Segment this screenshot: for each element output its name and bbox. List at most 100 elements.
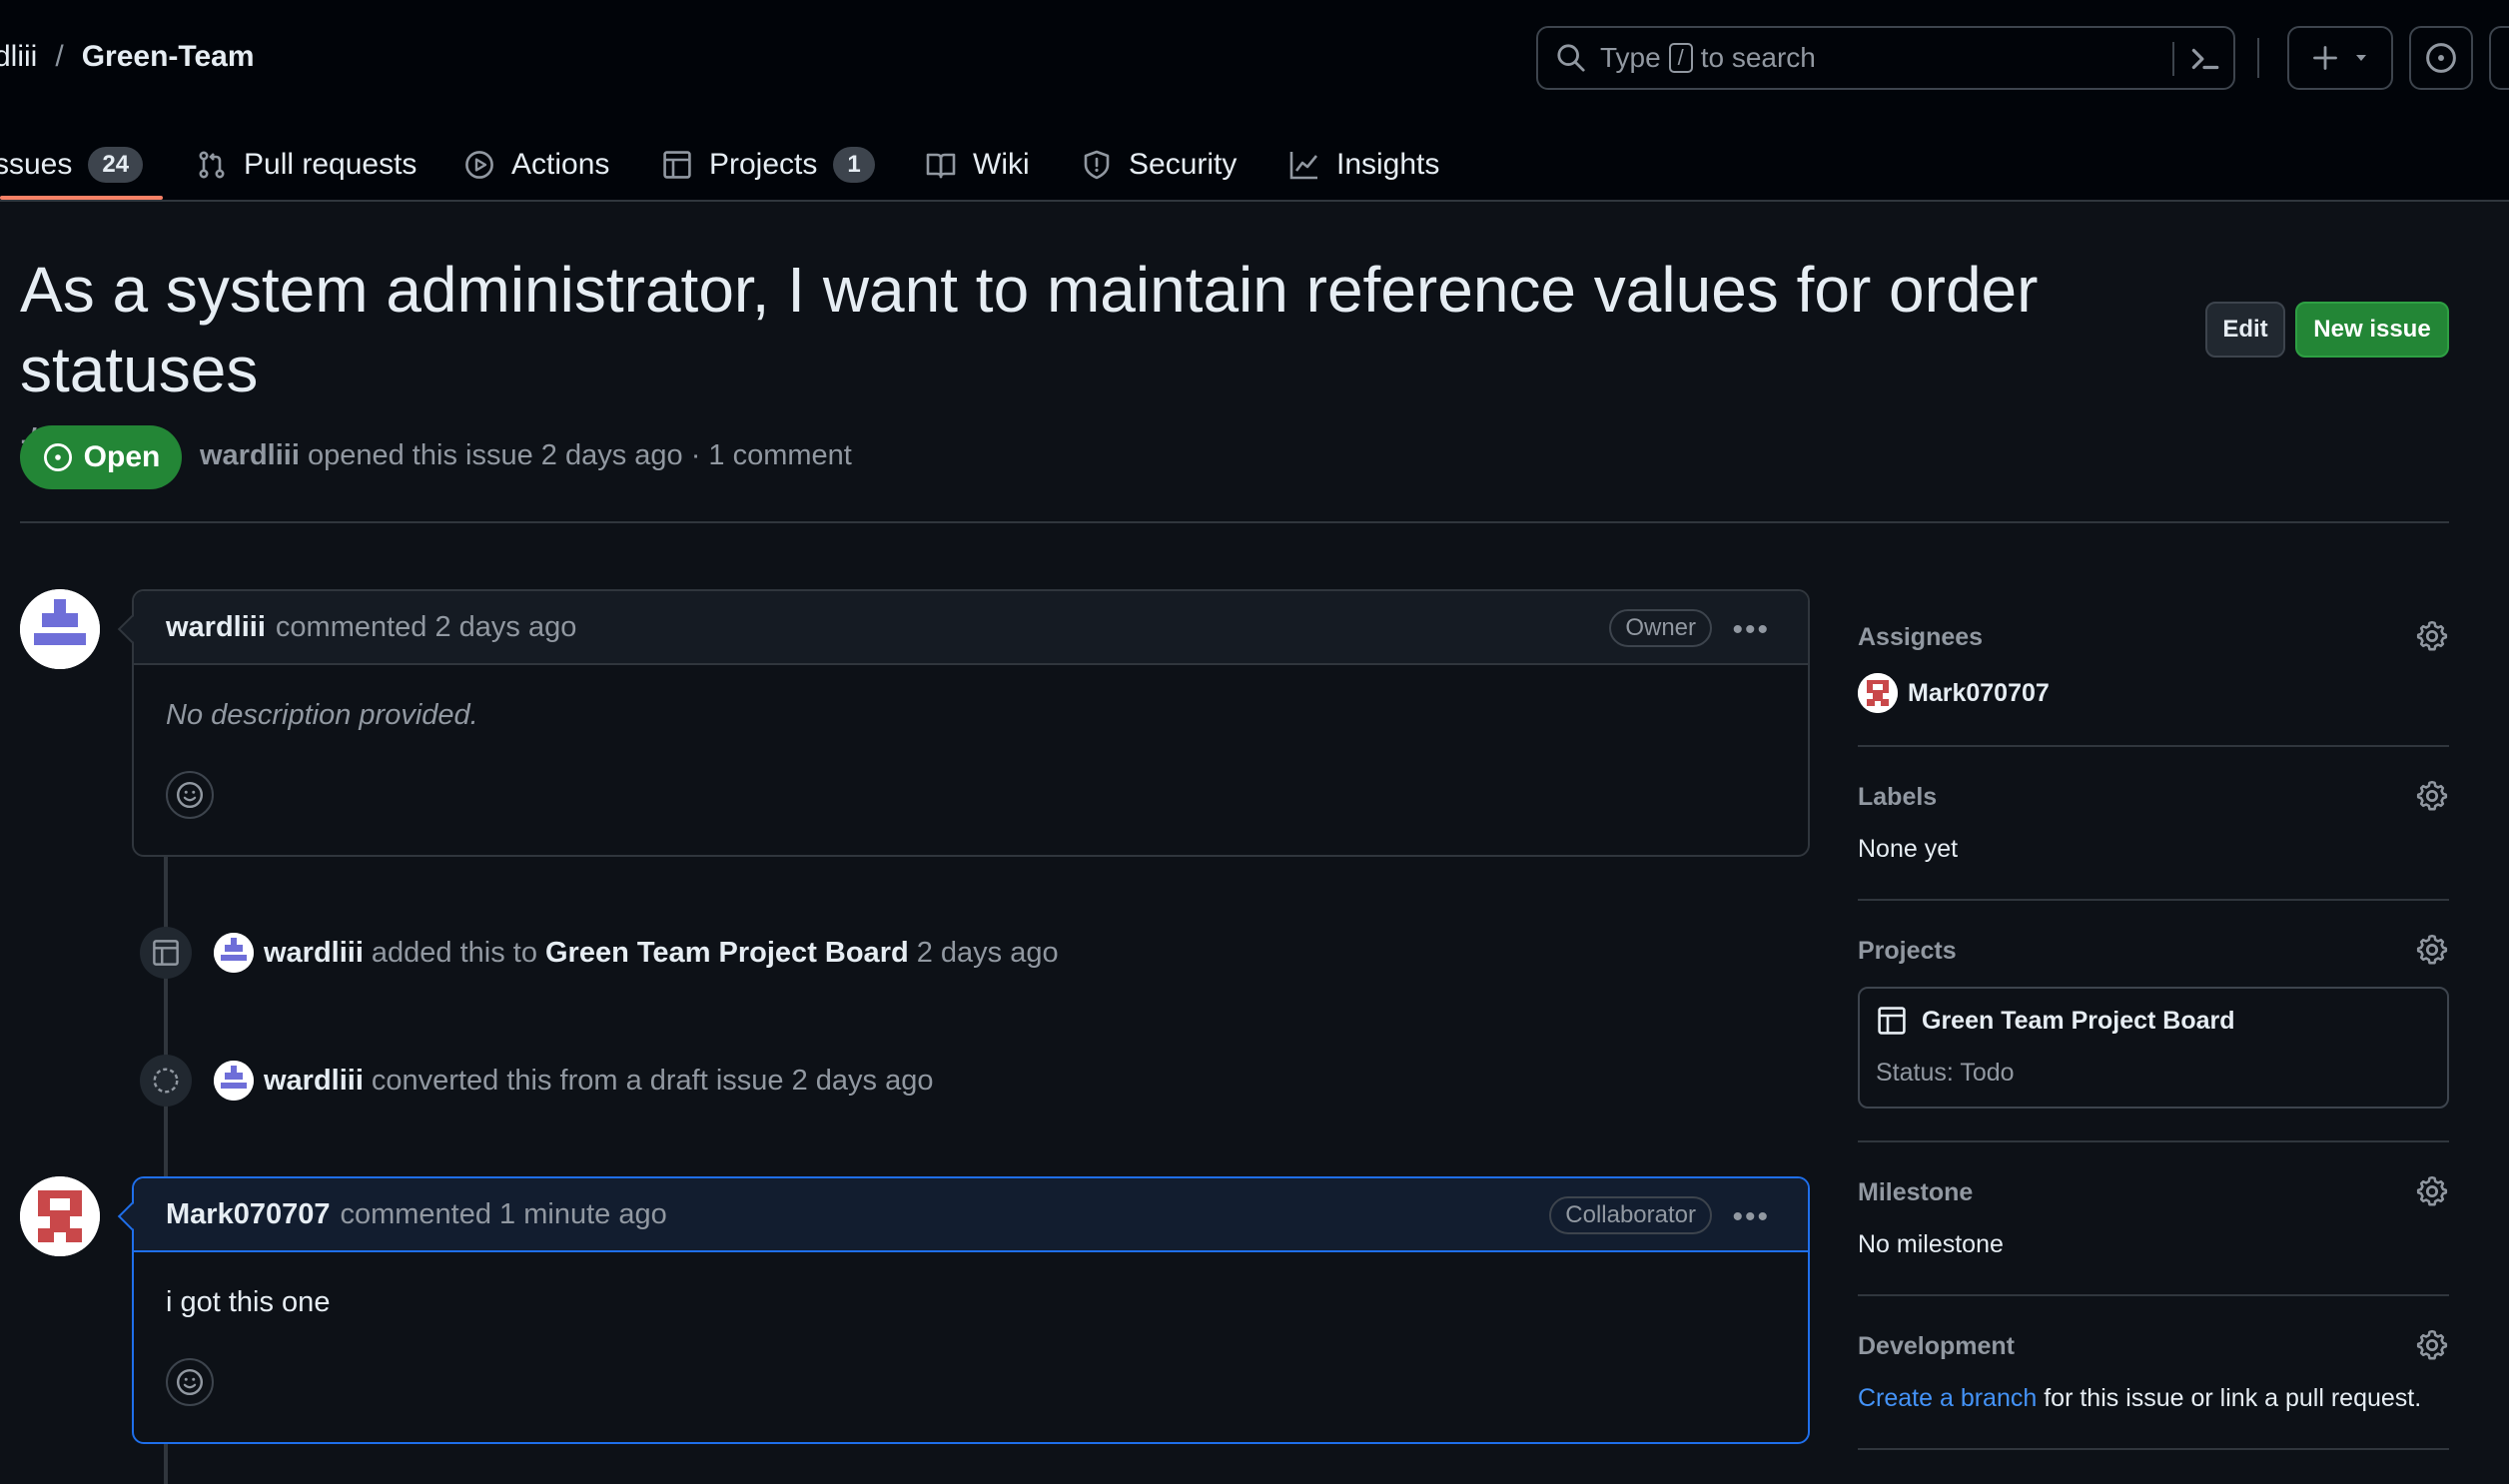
projects-heading: Projects [1858, 937, 1957, 965]
mark070707-identicon [20, 1176, 100, 1256]
event-action-text: added this to [371, 936, 537, 969]
sidebar-divider [1858, 745, 2449, 747]
issue-author-link[interactable]: wardliii [200, 439, 300, 471]
event-actor-link[interactable]: wardliii [264, 1065, 364, 1098]
avatar[interactable] [214, 933, 254, 973]
comment-timestamp[interactable]: commented 2 days ago [276, 611, 576, 644]
event-project-link[interactable]: Green Team Project Board [545, 937, 909, 970]
smiley-icon [176, 781, 204, 809]
assignees-heading: Assignees [1858, 623, 1984, 651]
table-icon [1878, 1007, 1906, 1035]
comment-options-icon[interactable]: ••• [1732, 613, 1770, 647]
wardliii-identicon [214, 1061, 254, 1101]
graph-icon [1289, 152, 1318, 180]
tab-insights[interactable]: Insights [1288, 130, 1439, 200]
comment-author-link[interactable]: Mark070707 [166, 1198, 330, 1231]
breadcrumb: dliii / Green-Team [0, 40, 255, 74]
add-reaction-button[interactable] [166, 1358, 214, 1406]
avatar[interactable] [214, 1061, 254, 1101]
issue-sidebar: Assignees Mark070707 Labels None yet Pro… [1858, 0, 2449, 1484]
tab-projects-counter: 1 [833, 147, 875, 183]
dashed-circle-icon [153, 1068, 179, 1094]
event-action-text: converted this from a draft issue 2 days… [371, 1064, 934, 1097]
sidebar-assignees: Assignees Mark070707 [1858, 620, 2449, 713]
pull-requests-shortcut-button[interactable] [2489, 26, 2509, 90]
author-role-badge: Collaborator [1549, 1196, 1712, 1234]
tab-projects[interactable]: Projects 1 [661, 130, 875, 200]
repo-name-link[interactable]: Green-Team [82, 40, 255, 74]
sidebar-divider [1858, 1294, 2449, 1296]
labels-value: None yet [1858, 835, 1959, 863]
gear-icon[interactable] [2415, 619, 2449, 653]
avatar[interactable] [20, 1176, 100, 1256]
assignee-item[interactable]: Mark070707 [1858, 673, 2050, 713]
comment-body: No description provided. [166, 699, 478, 731]
gear-icon[interactable] [2415, 933, 2449, 967]
sidebar-projects: Projects Green Team Project Board Status… [1858, 934, 2449, 1109]
timeline-event-project-added: wardliii added this to Green Team Projec… [140, 927, 1059, 979]
tab-pull-requests[interactable]: Pull requests [196, 130, 417, 200]
sidebar-divider [1858, 1448, 2449, 1450]
tab-actions-label: Actions [511, 148, 610, 181]
avatar [1858, 673, 1898, 713]
comment-body: i got this one [166, 1286, 331, 1318]
project-card[interactable]: Green Team Project Board Status: Todo [1858, 987, 2449, 1109]
shield-icon [1084, 150, 1110, 180]
milestone-heading: Milestone [1858, 1178, 1974, 1206]
issue-comment: wardliii commented 2 days ago Owner ••• … [117, 589, 1810, 857]
event-icon-badge [140, 1055, 192, 1107]
smiley-icon [176, 1368, 204, 1396]
search-icon [1557, 44, 1585, 72]
project-status[interactable]: Status: Todo [1876, 1059, 2015, 1088]
search-shortcut-key: / [1668, 43, 1693, 73]
tab-wiki[interactable]: Wiki [925, 130, 1030, 200]
timeline-event-converted: wardliii converted this from a draft iss… [140, 1055, 934, 1107]
gear-icon[interactable] [2415, 1174, 2449, 1208]
mark070707-identicon [1858, 673, 1898, 713]
issue-state-label: Open [83, 440, 161, 473]
issue-opened-icon [43, 442, 72, 472]
sidebar-labels: Labels None yet [1858, 780, 2449, 863]
repo-owner-link[interactable]: dliii [0, 40, 37, 74]
issue-state-badge: Open [20, 425, 182, 489]
book-icon [926, 153, 956, 179]
milestone-value: No milestone [1858, 1230, 2004, 1258]
gear-icon[interactable] [2415, 779, 2449, 813]
comment-options-icon[interactable]: ••• [1732, 1200, 1770, 1234]
issue-comment: Mark070707 commented 1 minute ago Collab… [117, 1176, 1810, 1444]
create-branch-link[interactable]: Create a branch [1858, 1384, 2037, 1412]
sidebar-development: Development Create a branch for this iss… [1858, 1329, 2449, 1412]
search-placeholder: Type / to search [1600, 42, 1816, 73]
tab-security-label: Security [1129, 148, 1238, 181]
comment-header: wardliii commented 2 days ago Owner ••• [134, 591, 1808, 665]
active-tab-indicator [0, 196, 163, 200]
assignee-name: Mark070707 [1908, 678, 2050, 707]
project-board-name[interactable]: Green Team Project Board [1922, 1007, 2235, 1036]
event-icon-badge [140, 927, 192, 979]
git-pull-request-icon [199, 151, 225, 179]
gear-icon[interactable] [2415, 1328, 2449, 1362]
table-icon [663, 151, 691, 179]
tab-actions[interactable]: Actions [463, 130, 609, 200]
issue-meta: wardliii opened this issue 2 days ago · … [200, 439, 852, 472]
comment-timestamp[interactable]: commented 1 minute ago [340, 1198, 666, 1231]
sidebar-divider [1858, 1140, 2449, 1142]
event-actor-link[interactable]: wardliii [264, 937, 364, 970]
sidebar-milestone: Milestone No milestone [1858, 1175, 2449, 1258]
event-timestamp[interactable]: 2 days ago [917, 937, 1059, 970]
tab-wiki-label: Wiki [973, 148, 1030, 181]
tab-issues-counter: 24 [88, 147, 144, 183]
avatar[interactable] [20, 589, 100, 669]
sidebar-divider [1858, 899, 2449, 901]
comment-author-link[interactable]: wardliii [166, 611, 266, 644]
play-icon [465, 151, 493, 179]
issue-meta-text: opened this issue 2 days ago · 1 comment [307, 439, 852, 471]
project-card-title: Green Team Project Board [1876, 1005, 2235, 1037]
labels-heading: Labels [1858, 783, 1938, 811]
tab-pull-requests-label: Pull requests [244, 148, 418, 181]
breadcrumb-separator: / [55, 40, 64, 73]
tab-security[interactable]: Security [1081, 130, 1237, 200]
tab-issues[interactable]: ssues 24 [0, 130, 144, 200]
tab-issues-label: ssues [0, 148, 73, 181]
add-reaction-button[interactable] [166, 771, 214, 819]
